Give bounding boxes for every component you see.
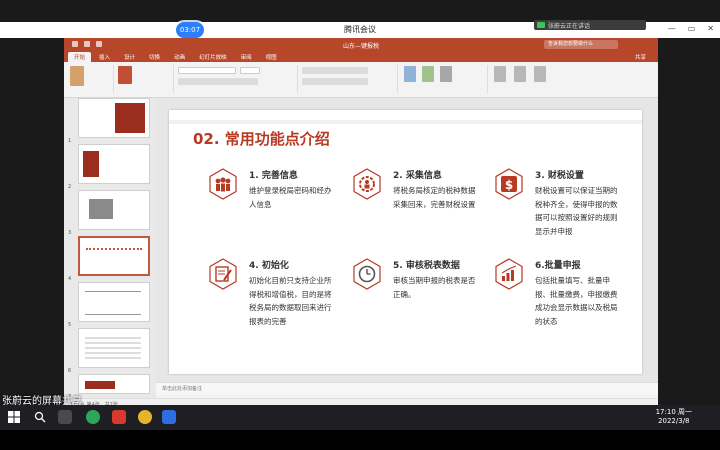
svg-text:$: $ — [505, 178, 513, 192]
slide-thumbnail-6[interactable] — [78, 328, 150, 368]
feature-batch-declare: 6.批量申报 包括批量填写、批量申报、批量缴费，申报缴费成功会显示数据以及税局的… — [493, 258, 643, 348]
window-controls: — ▭ ✕ — [668, 24, 714, 33]
slides-group — [114, 65, 174, 93]
tab-insert[interactable]: 插入 — [93, 52, 116, 62]
search-icon[interactable] — [34, 411, 46, 423]
feature-desc: 审核当期申报的税表是否正确。 — [393, 276, 476, 299]
feature-collect-info: 2. 采集信息 将税务局核定的税种数据采集回来，完善财税设置 — [351, 168, 501, 258]
slide-thumbnails-pane: 1 2 3 4 5 6 7 — [64, 98, 156, 400]
people-icon — [209, 168, 237, 200]
feature-desc: 包括批量填写、批量申报、批量缴费，申报缴费成功会显示数据以及税局的状态 — [535, 276, 618, 326]
gear-person-icon — [353, 168, 381, 200]
wps-icon[interactable] — [112, 410, 126, 424]
feature-title: 1. 完善信息 — [249, 171, 298, 181]
thumb-number: 3 — [68, 230, 72, 236]
tab-animations[interactable]: 动画 — [168, 52, 191, 62]
thumb-number: 4 — [68, 276, 72, 282]
slide-thumbnail-1[interactable] — [78, 98, 150, 138]
drawing-group — [398, 65, 488, 93]
clipboard-group — [64, 65, 114, 93]
tab-transitions[interactable]: 切换 — [143, 52, 166, 62]
chrome-icon[interactable] — [138, 410, 152, 424]
dictate-button[interactable] — [514, 66, 526, 82]
mic-icon — [537, 22, 545, 28]
ppt-title-bar: 山东—键报税 告诉我您想要做什么 — [64, 38, 658, 51]
date-text: 2022/3/8 — [658, 417, 690, 425]
ribbon-tabs: 开始 插入 设计 切换 动画 幻灯片放映 审阅 视图 共享 — [64, 51, 658, 62]
meeting-timer[interactable]: 03:07 — [176, 22, 204, 38]
clock[interactable]: 17:10 周一 2022/3/8 — [656, 408, 692, 426]
slide-top-bar — [169, 120, 642, 124]
feature-desc: 将税务局核定的税种数据采集回来，完善财税设置 — [393, 186, 476, 209]
feature-title: 3. 财税设置 — [535, 171, 584, 181]
tab-slideshow[interactable]: 幻灯片放映 — [193, 52, 233, 62]
search-input[interactable]: 告诉我您想要做什么 — [544, 40, 618, 49]
find-button[interactable] — [494, 66, 506, 82]
letterbox — [0, 430, 720, 450]
maximize-button[interactable]: ▭ — [688, 24, 696, 33]
slide-thumbnail-3[interactable] — [78, 190, 150, 230]
slide-thumbnail-2[interactable] — [78, 144, 150, 184]
notes-pane[interactable]: 单击此处添加备注 — [156, 382, 658, 394]
feature-complete-info: 1. 完善信息 维护登录税局密码和经办人信息 — [207, 168, 357, 258]
tab-review[interactable]: 审阅 — [235, 52, 258, 62]
dollar-icon: $ — [495, 168, 523, 200]
feature-title: 5. 审核税表数据 — [393, 261, 460, 271]
minimize-button[interactable]: — — [668, 24, 676, 33]
slide-thumbnail-5[interactable] — [78, 282, 150, 322]
slide-thumbnail-7[interactable] — [78, 374, 150, 394]
slide-title: 02. 常用功能点介绍 — [193, 130, 330, 148]
thumb-number: 5 — [68, 322, 72, 328]
slide-editing-area: 02. 常用功能点介绍 1. 完善信息 维护登录税局密码和经办人信息 2. 采集… — [156, 98, 658, 382]
wechat-icon[interactable] — [86, 410, 100, 424]
slide-thumbnail-4[interactable] — [78, 236, 150, 276]
tab-view[interactable]: 视图 — [260, 52, 283, 62]
tencent-meeting-icon[interactable] — [162, 410, 176, 424]
task-view-icon[interactable] — [58, 410, 72, 424]
taskbar: 17:10 周一 2022/3/8 — [0, 405, 720, 430]
feature-tax-settings: $ 3. 财税设置 财税设置可以保证当期的税种齐全，使得申报的数据可以按照设置好… — [493, 168, 643, 258]
feature-desc: 初始化目前只支持企业所得税和增值税，目的是将税务局的数据取回来进行报表的完善 — [249, 276, 332, 326]
paragraph-group — [298, 65, 398, 93]
edit-form-icon — [209, 258, 237, 290]
design-ideas-button[interactable] — [534, 66, 546, 82]
bar-chart-icon — [495, 258, 523, 290]
font-group — [174, 65, 298, 93]
feature-title: 6.批量申报 — [535, 261, 581, 271]
current-slide[interactable]: 02. 常用功能点介绍 1. 完善信息 维护登录税局密码和经办人信息 2. 采集… — [169, 110, 642, 374]
tab-home[interactable]: 开始 — [68, 52, 92, 62]
windows-start-icon[interactable] — [8, 411, 20, 423]
thumb-number: 2 — [68, 184, 72, 190]
time-text: 17:10 周一 — [655, 408, 692, 416]
feature-desc: 维护登录税局密码和经办人信息 — [249, 186, 332, 209]
feature-initialize: 4. 初始化 初始化目前只支持企业所得税和增值税，目的是将税务局的数据取回来进行… — [207, 258, 357, 348]
speaker-indicator: 张蔚云正在讲话 — [534, 20, 646, 30]
desktop-screen: 腾讯会议 — ▭ ✕ 03:07 张蔚云正在讲话 山东—键报税 告诉我您想要做什… — [0, 0, 720, 450]
thumb-number: 6 — [68, 368, 72, 374]
share-button[interactable]: 共享 — [635, 53, 646, 61]
powerpoint-window: 山东—键报税 告诉我您想要做什么 开始 插入 设计 切换 动画 幻灯片放映 审阅… — [64, 38, 658, 408]
ribbon-toolbar — [64, 62, 658, 98]
feature-review-tax-data: 5. 审核税表数据 审核当期申报的税表是否正确。 — [351, 258, 501, 348]
speaker-text: 张蔚云正在讲话 — [548, 22, 591, 30]
tab-design[interactable]: 设计 — [118, 52, 141, 62]
thumb-number: 1 — [68, 138, 72, 144]
feature-title: 2. 采集信息 — [393, 171, 442, 181]
feature-desc: 财税设置可以保证当期的税种齐全，使得申报的数据可以按照设置好的规则显示并申报 — [535, 186, 618, 236]
feature-title: 4. 初始化 — [249, 261, 289, 271]
close-button[interactable]: ✕ — [707, 24, 714, 33]
clock-icon — [353, 258, 381, 290]
